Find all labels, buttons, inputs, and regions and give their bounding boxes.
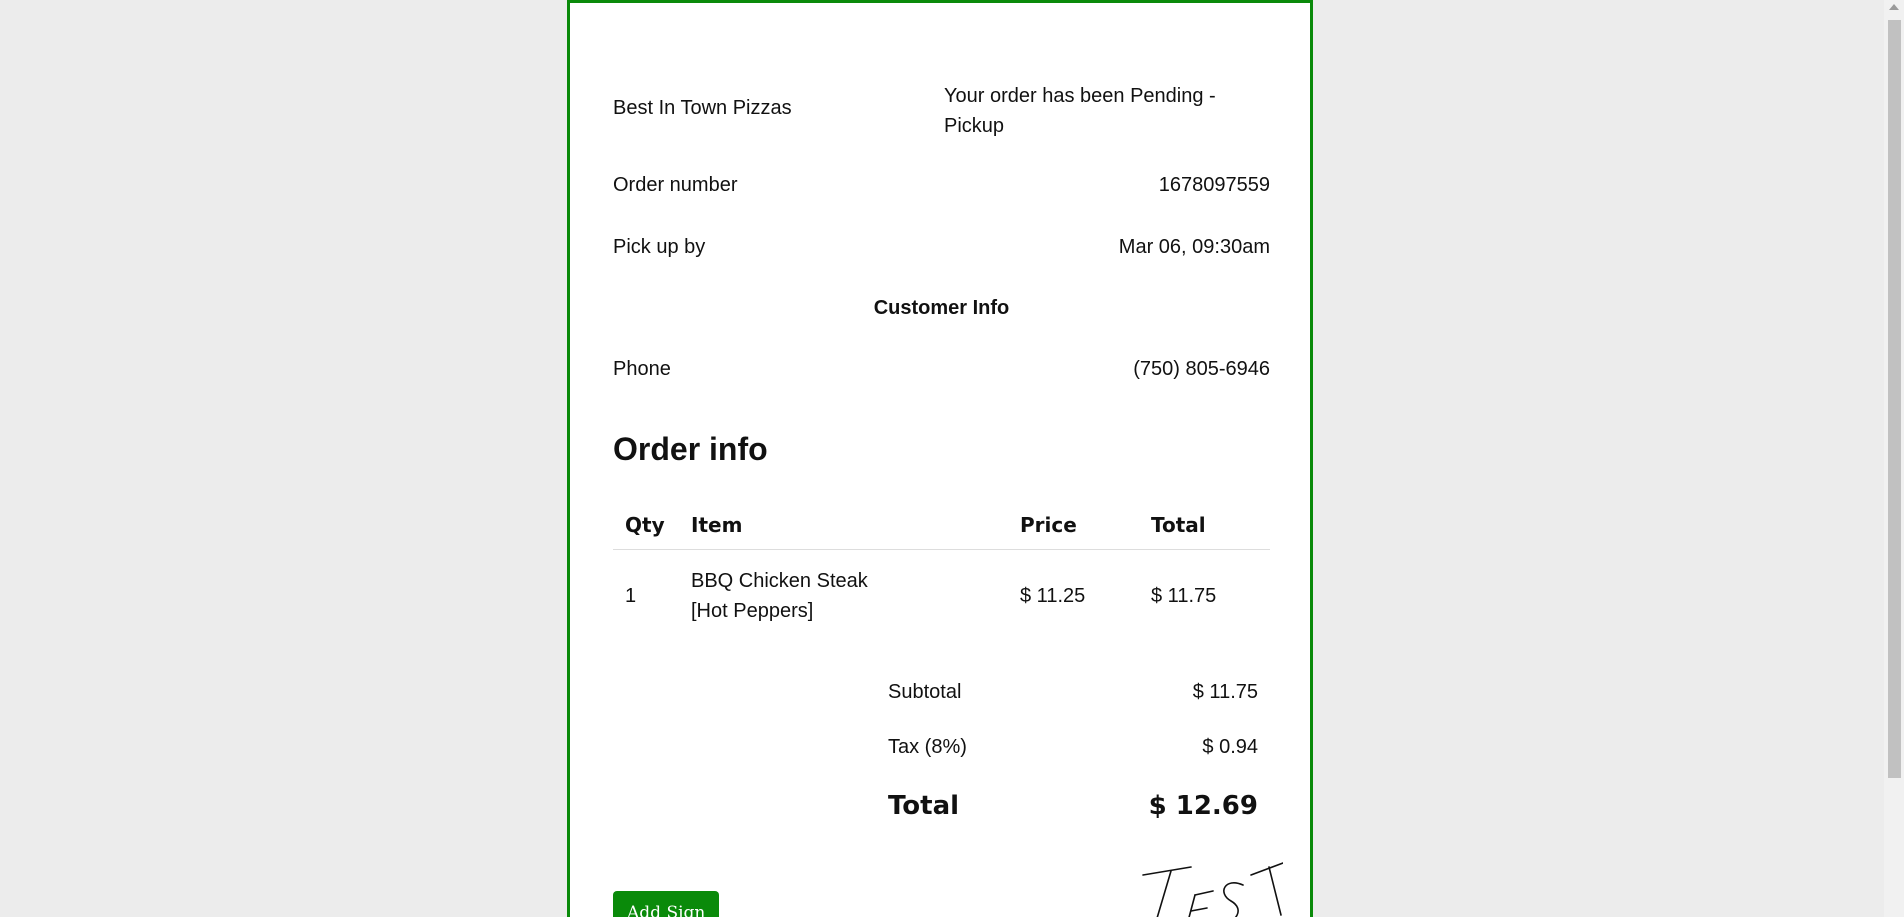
- phone-label: Phone: [613, 358, 671, 380]
- subtotal-value: $ 11.75: [1192, 681, 1258, 703]
- item-total: $ 11.75: [1151, 585, 1217, 607]
- scroll-up-arrow-icon[interactable]: [1889, 4, 1899, 10]
- phone-value: (750) 805-6946: [1133, 358, 1270, 380]
- item-name: BBQ Chicken Steak: [691, 570, 868, 592]
- item-modifiers: [Hot Peppers]: [691, 600, 814, 622]
- total-row: Total $ 12.69: [888, 791, 1258, 846]
- page: Best In Town Pizzas Your order has been …: [0, 0, 1904, 917]
- table-header-row: Qty Item Price Total: [613, 503, 1270, 550]
- column-header-item: Item: [679, 503, 1008, 550]
- item-price: $ 11.25: [1020, 585, 1086, 607]
- subtotal-row: Subtotal $ 11.75: [888, 681, 1258, 736]
- signature-image: [1142, 862, 1283, 917]
- scrollbar-thumb[interactable]: [1888, 20, 1901, 778]
- page-scrollbar[interactable]: [1884, 0, 1904, 917]
- column-header-qty: Qty: [613, 503, 679, 550]
- column-header-price: Price: [1008, 503, 1139, 550]
- order-items-table: Qty Item Price Total 1 BBQ Chicken Steak…: [613, 503, 1270, 642]
- pickup-label: Pick up by: [613, 236, 706, 258]
- order-number-value: 1678097559: [1158, 174, 1270, 196]
- order-info-heading: Order info: [613, 431, 768, 467]
- order-status-message: Your order has been Pending - Pickup: [944, 85, 1216, 137]
- store-name: Best In Town Pizzas: [613, 97, 792, 119]
- item-qty: 1: [625, 585, 637, 607]
- total-label: Total: [888, 791, 960, 821]
- tax-label: Tax (8%): [888, 736, 967, 758]
- subtotal-label: Subtotal: [888, 681, 962, 703]
- table-row: 1 BBQ Chicken Steak [Hot Peppers] $ 11.2…: [613, 550, 1270, 643]
- total-value: $ 12.69: [1148, 791, 1258, 821]
- customer-info-heading: Customer Info: [873, 297, 1010, 319]
- add-sign-button[interactable]: Add Sign: [613, 891, 720, 917]
- order-summary: Subtotal $ 11.75 Tax (8%) $ 0.94 Total $…: [888, 681, 1258, 846]
- column-header-total: Total: [1139, 503, 1270, 550]
- tax-value: $ 0.94: [1202, 736, 1258, 758]
- pickup-value: Mar 06, 09:30am: [1118, 236, 1270, 258]
- tax-row: Tax (8%) $ 0.94: [888, 736, 1258, 791]
- item-description: BBQ Chicken Steak [Hot Peppers]: [679, 550, 1008, 643]
- order-receipt: Best In Town Pizzas Your order has been …: [567, 0, 1313, 917]
- order-number-label: Order number: [613, 174, 738, 196]
